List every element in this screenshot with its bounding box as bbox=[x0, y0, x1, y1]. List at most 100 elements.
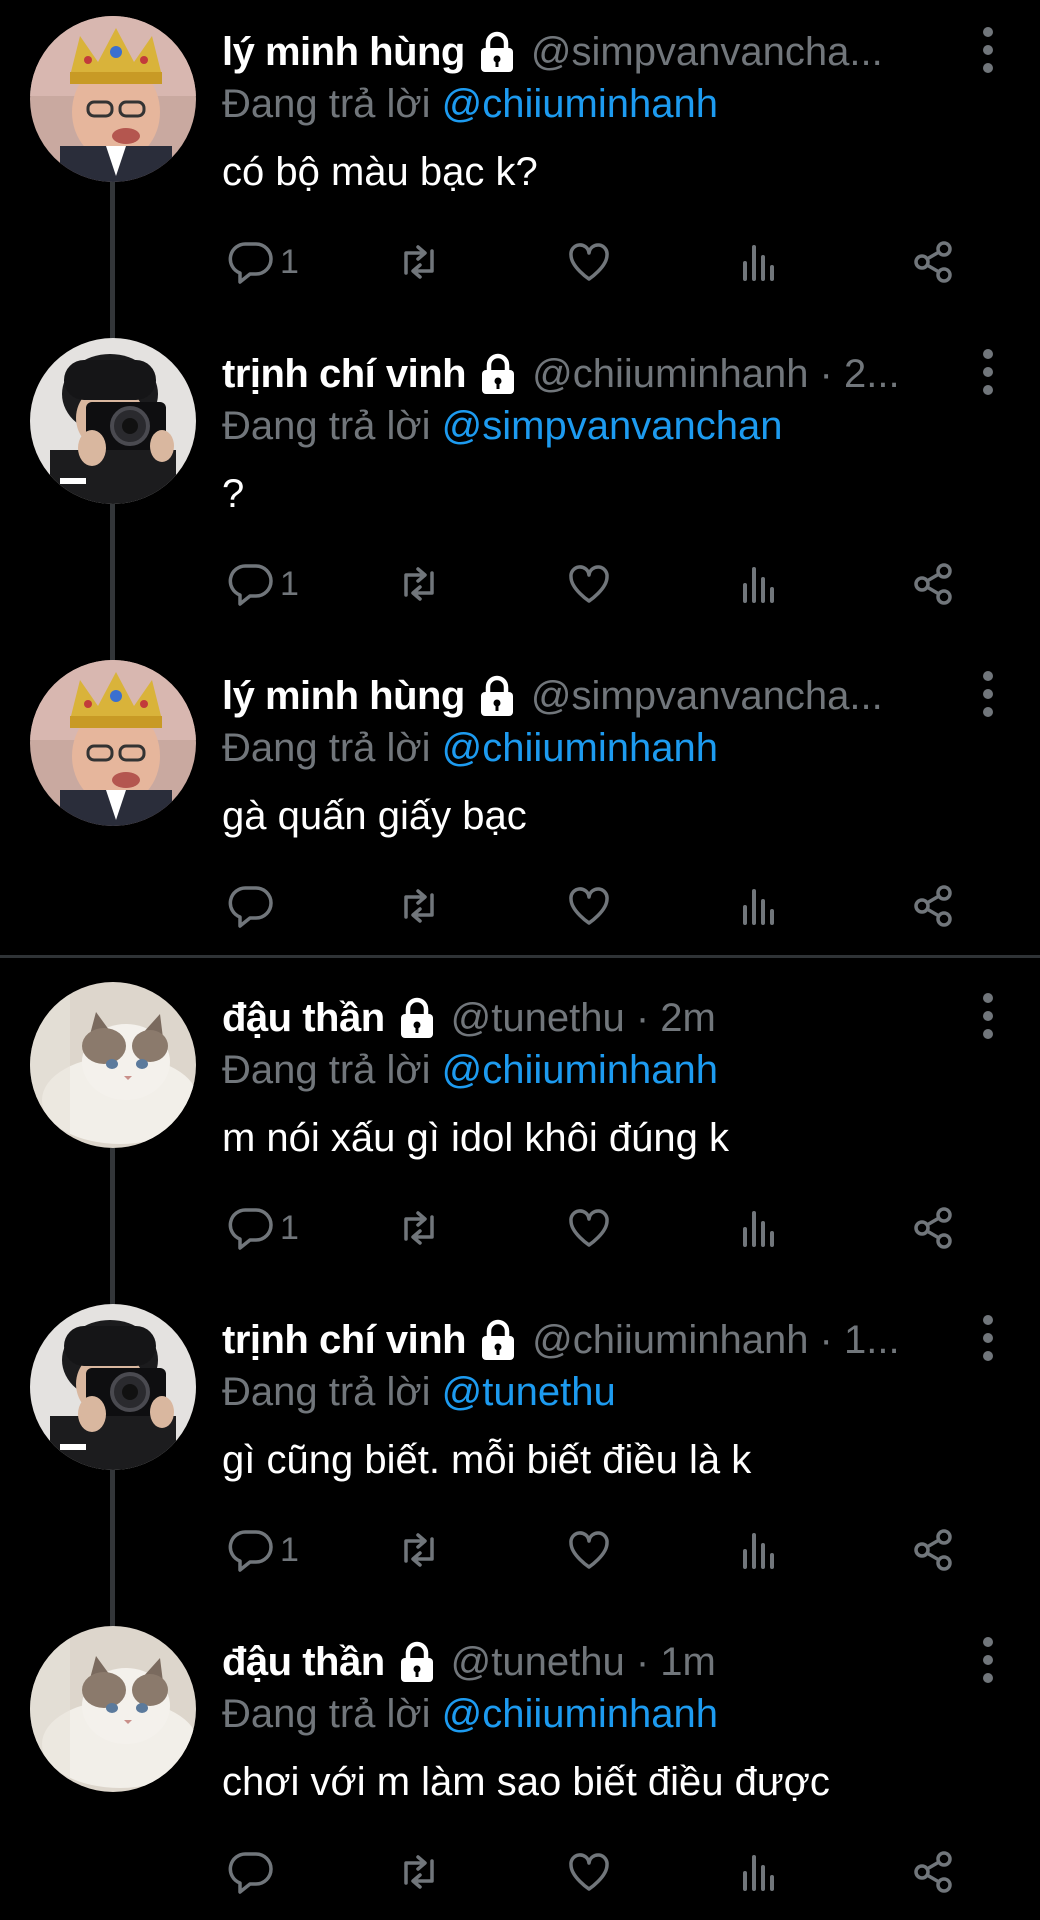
heart-icon bbox=[569, 1531, 609, 1569]
views-button[interactable] bbox=[736, 1846, 782, 1898]
avatar[interactable] bbox=[30, 1626, 196, 1792]
replying-to-mention[interactable]: @simpvanvanchan bbox=[442, 404, 783, 448]
reply-button[interactable] bbox=[228, 1846, 280, 1898]
reply-count: 1 bbox=[280, 1208, 299, 1247]
views-button[interactable] bbox=[736, 236, 782, 288]
like-button[interactable] bbox=[566, 558, 612, 610]
handle[interactable]: @tunethu · 1m bbox=[451, 1640, 716, 1684]
cat-avatar bbox=[30, 1626, 196, 1792]
like-button[interactable] bbox=[566, 1524, 612, 1576]
retweet-button[interactable] bbox=[396, 880, 442, 932]
tweet-header: đậu thần @tunethu · 1m bbox=[222, 1640, 970, 1684]
like-button[interactable] bbox=[566, 236, 612, 288]
replying-to-mention[interactable]: @tunethu bbox=[442, 1370, 616, 1414]
reply-icon bbox=[228, 564, 273, 606]
handle[interactable]: @chiiuminhanh · 1... bbox=[532, 1318, 899, 1362]
avatar[interactable] bbox=[30, 1304, 196, 1470]
tweet-header: đậu thần @tunethu · 2m bbox=[222, 996, 970, 1040]
share-icon bbox=[914, 1207, 952, 1249]
display-name[interactable]: lý minh hùng bbox=[222, 30, 465, 74]
reply-button[interactable]: 1 bbox=[228, 558, 299, 610]
display-name[interactable]: đậu thần bbox=[222, 1640, 385, 1684]
share-button[interactable] bbox=[910, 1846, 956, 1898]
replying-label: Đang trả lời bbox=[222, 1048, 431, 1092]
share-button[interactable] bbox=[910, 558, 956, 610]
more-options-icon[interactable] bbox=[976, 24, 1000, 76]
retweet-button[interactable] bbox=[396, 236, 442, 288]
share-icon bbox=[914, 563, 952, 605]
like-button[interactable] bbox=[566, 880, 612, 932]
views-icon bbox=[743, 245, 774, 281]
avatar[interactable] bbox=[30, 660, 196, 826]
reply-icon bbox=[228, 1208, 273, 1250]
replying-to-mention[interactable]: @chiiuminhanh bbox=[442, 726, 718, 770]
display-name[interactable]: trịnh chí vinh bbox=[222, 1318, 467, 1362]
views-button[interactable] bbox=[736, 558, 782, 610]
views-button[interactable] bbox=[736, 1524, 782, 1576]
replying-label: Đang trả lời bbox=[222, 1692, 431, 1736]
thread-line bbox=[110, 312, 115, 340]
views-button[interactable] bbox=[736, 880, 782, 932]
reply-button[interactable]: 1 bbox=[228, 236, 299, 288]
tweet-header: trịnh chí vinh @chiiuminhanh · 1... bbox=[222, 1318, 970, 1362]
tweet-text: gì cũng biết. mỗi biết điều là k bbox=[222, 1438, 752, 1482]
heart-icon bbox=[569, 1853, 609, 1891]
retweet-button[interactable] bbox=[396, 1524, 442, 1576]
reply-button[interactable]: 1 bbox=[228, 1202, 299, 1254]
replying-label: Đang trả lời bbox=[222, 1370, 431, 1414]
more-options-icon[interactable] bbox=[976, 1634, 1000, 1686]
share-button[interactable] bbox=[910, 236, 956, 288]
handle[interactable]: @simpvanvancha... bbox=[531, 674, 883, 718]
reply-icon bbox=[228, 1852, 273, 1894]
more-options-icon[interactable] bbox=[976, 668, 1000, 720]
retweet-icon bbox=[404, 567, 434, 601]
share-button[interactable] bbox=[910, 1202, 956, 1254]
share-button[interactable] bbox=[910, 1524, 956, 1576]
handle[interactable]: @tunethu · 2m bbox=[451, 996, 716, 1040]
like-button[interactable] bbox=[566, 1846, 612, 1898]
reply-button[interactable]: 1 bbox=[228, 1524, 299, 1576]
avatar[interactable] bbox=[30, 982, 196, 1148]
lock-icon bbox=[400, 997, 433, 1038]
views-button[interactable] bbox=[736, 1202, 782, 1254]
more-options-icon[interactable] bbox=[976, 990, 1000, 1042]
replying-to-mention[interactable]: @chiiuminhanh bbox=[442, 1048, 718, 1092]
reply-feed: lý minh hùng @simpvanvancha... Đang trả … bbox=[0, 0, 1040, 1920]
display-name[interactable]: trịnh chí vinh bbox=[222, 352, 467, 396]
tweet-text: m nói xấu gì idol khôi đúng k bbox=[222, 1116, 729, 1160]
lock-icon bbox=[480, 31, 513, 72]
reply-count: 1 bbox=[280, 1530, 299, 1569]
lock-icon bbox=[482, 353, 515, 394]
replying-to: Đang trả lời @simpvanvanchan bbox=[222, 404, 782, 449]
replying-to-mention[interactable]: @chiiuminhanh bbox=[442, 82, 718, 126]
retweet-icon bbox=[404, 245, 434, 279]
tweet-actions: 1 bbox=[222, 1202, 982, 1254]
lock-icon bbox=[482, 1319, 515, 1360]
retweet-button[interactable] bbox=[396, 1846, 442, 1898]
replying-to-mention[interactable]: @chiiuminhanh bbox=[442, 1692, 718, 1736]
retweet-button[interactable] bbox=[396, 558, 442, 610]
like-button[interactable] bbox=[566, 1202, 612, 1254]
avatar[interactable] bbox=[30, 338, 196, 504]
handle[interactable]: @chiiuminhanh · 2... bbox=[532, 352, 899, 396]
tweet-actions: 1 bbox=[222, 558, 982, 610]
thread-line bbox=[110, 1148, 115, 1298]
tweet-text: gà quấn giấy bạc bbox=[222, 794, 527, 838]
display-name[interactable]: đậu thần bbox=[222, 996, 385, 1040]
heart-icon bbox=[569, 243, 609, 281]
display-name[interactable]: lý minh hùng bbox=[222, 674, 465, 718]
reply-button[interactable] bbox=[228, 880, 280, 932]
thread-line bbox=[110, 634, 115, 662]
reply-count: 1 bbox=[280, 242, 299, 281]
cat-avatar bbox=[30, 982, 196, 1148]
more-options-icon[interactable] bbox=[976, 346, 1000, 398]
share-button[interactable] bbox=[910, 880, 956, 932]
thread-line bbox=[110, 504, 115, 654]
tweet-actions: 1 bbox=[222, 236, 982, 288]
avatar[interactable] bbox=[30, 16, 196, 182]
more-options-icon[interactable] bbox=[976, 1312, 1000, 1364]
handle[interactable]: @simpvanvancha... bbox=[531, 30, 883, 74]
thread-line bbox=[110, 1600, 115, 1628]
retweet-button[interactable] bbox=[396, 1202, 442, 1254]
retweet-icon bbox=[404, 1533, 434, 1567]
